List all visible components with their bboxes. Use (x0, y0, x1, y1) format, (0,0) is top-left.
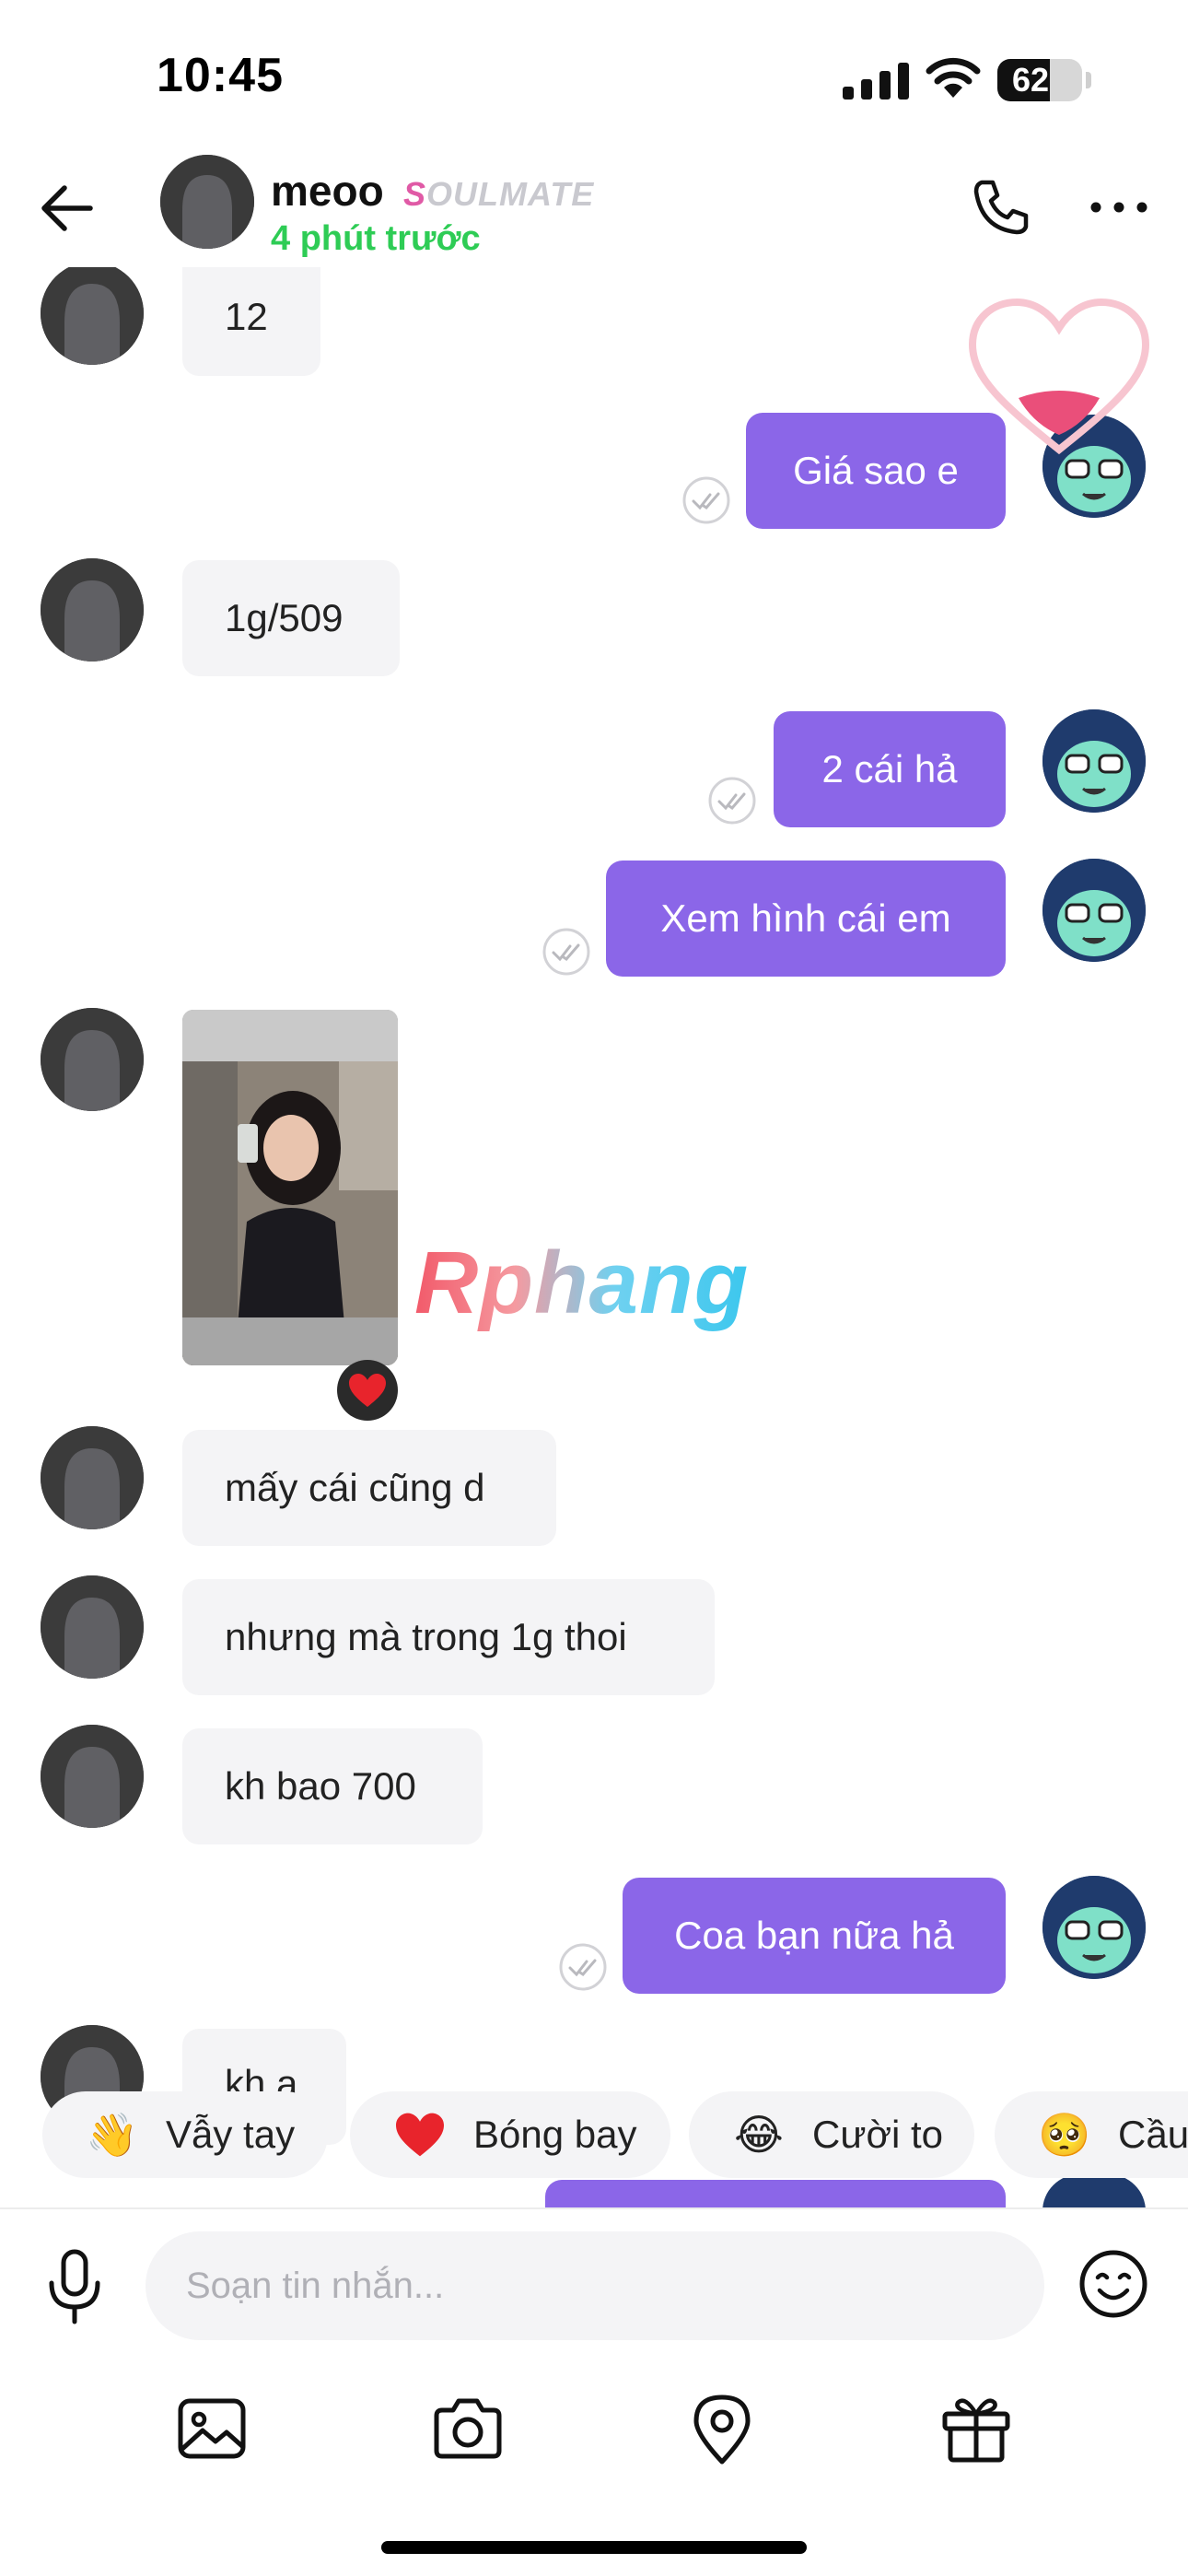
contact-avatar[interactable] (160, 155, 254, 249)
incoming-message[interactable]: nhưng mà trong 1g thoi (182, 1579, 715, 1695)
read-receipt-icon (708, 777, 756, 825)
outgoing-message-partial[interactable] (545, 2180, 1006, 2211)
ghost-avatar-icon (41, 1426, 144, 1529)
quick-reply-wave[interactable]: 👋 Vẫy tay (42, 2091, 328, 2178)
incoming-message[interactable]: 1g/509 (182, 560, 400, 676)
message-list[interactable]: 12 Giá sao e 1g/509 2 cái hả Xem hình cá… (0, 267, 1188, 2211)
ghost-avatar-icon (160, 155, 254, 249)
sender-avatar[interactable] (41, 1008, 144, 1111)
status-bar: 10:45 62 (0, 0, 1188, 147)
quick-reply-plead[interactable]: 🥺 Cầu (995, 2091, 1188, 2178)
read-receipt-icon (682, 476, 730, 524)
cellular-signal-icon (843, 63, 909, 100)
ghost-avatar-icon (41, 1725, 144, 1828)
sender-avatar[interactable] (41, 1725, 144, 1828)
battery-tip (1086, 72, 1091, 88)
reaction-heart-icon[interactable] (337, 1360, 398, 1421)
ghost-avatar-icon (41, 1575, 144, 1679)
sender-avatar[interactable] (41, 267, 144, 365)
alien-avatar-icon (1042, 859, 1146, 962)
sender-avatar[interactable] (41, 558, 144, 662)
pleading-face-icon: 🥺 (1038, 2110, 1091, 2159)
outgoing-message[interactable]: Xem hình cái em (606, 861, 1006, 977)
my-avatar[interactable] (1042, 709, 1146, 813)
last-seen-status: 4 phút trước (271, 219, 481, 258)
chat-header: meoo SOULMATE 4 phút trước (0, 147, 1188, 267)
battery-icon: 62 (997, 59, 1082, 101)
clock: 10:45 (157, 49, 284, 102)
quick-reply-laugh[interactable]: 😂 Cười to (689, 2091, 974, 2178)
read-receipt-icon (542, 928, 590, 976)
read-receipt-icon (559, 1943, 607, 1991)
location-icon[interactable] (683, 2390, 761, 2467)
floating-heart-icon (968, 298, 1150, 455)
soulmate-badge: SOULMATE (403, 175, 595, 213)
outgoing-message[interactable]: Coa bạn nữa hả (623, 1878, 1006, 1994)
incoming-message[interactable]: 12 (182, 267, 320, 376)
watermark: Rphang (414, 1234, 750, 1332)
quick-reply-balloon[interactable]: Bóng bay (350, 2091, 670, 2178)
incoming-message[interactable]: kh bao 700 (182, 1728, 483, 1844)
waving-hand-icon: 👋 (86, 2110, 139, 2159)
quick-reply-bar[interactable]: 👋 Vẫy tay Bóng bay 😂 Cười to 🥺 Cầu (0, 2091, 1188, 2184)
sender-avatar[interactable] (41, 1575, 144, 1679)
alien-avatar-icon (1042, 1876, 1146, 1979)
camera-icon[interactable] (429, 2390, 507, 2467)
outgoing-message[interactable]: 2 cái hả (774, 711, 1006, 827)
sender-avatar[interactable] (41, 1426, 144, 1529)
ghost-avatar-icon (41, 1008, 144, 1111)
image-icon[interactable] (173, 2390, 250, 2467)
emoji-picker-icon[interactable] (1077, 2248, 1149, 2320)
gift-icon[interactable] (938, 2390, 1015, 2467)
alien-avatar-icon (1042, 709, 1146, 813)
battery-level: 62 (1011, 61, 1050, 99)
my-avatar[interactable] (1042, 859, 1146, 962)
contact-name: meoo (271, 167, 384, 215)
microphone-icon[interactable] (41, 2248, 109, 2325)
laughing-face-icon: 😂 (734, 2111, 784, 2159)
photo-message[interactable] (182, 1010, 398, 1365)
back-arrow-icon[interactable] (37, 175, 103, 241)
my-avatar[interactable] (1042, 1876, 1146, 1979)
message-input[interactable] (146, 2231, 1044, 2340)
incoming-message[interactable]: mấy cái cũng d (182, 1430, 556, 1546)
composer-bar (0, 2207, 1188, 2576)
more-options-icon[interactable] (1087, 184, 1151, 230)
phone-icon[interactable] (969, 175, 1033, 240)
photo-thumbnail (182, 1010, 398, 1365)
ghost-avatar-icon (41, 558, 144, 662)
ghost-avatar-icon (41, 267, 144, 365)
home-indicator[interactable] (381, 2541, 807, 2554)
heart-icon (392, 2111, 448, 2159)
wifi-icon (926, 57, 981, 98)
